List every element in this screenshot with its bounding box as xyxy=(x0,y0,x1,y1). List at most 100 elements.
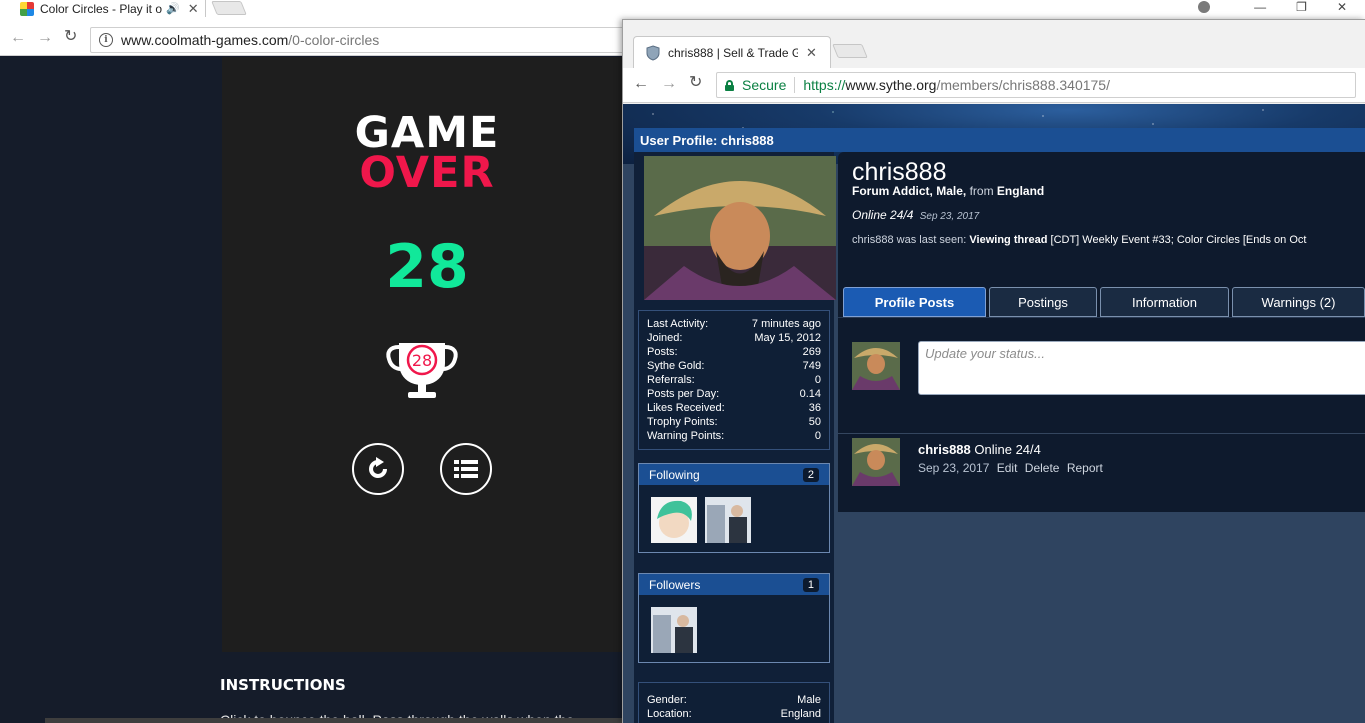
address-bar[interactable]: i www.coolmath-games.com /0-color-circle… xyxy=(90,27,650,53)
omnibox-separator xyxy=(794,77,796,93)
sythe-page-content: User Profile: chris888 Last Activity: 7 m… xyxy=(623,104,1365,723)
stat-row: Sythe Gold: 749 xyxy=(647,360,821,372)
edit-link[interactable]: Edit xyxy=(997,461,1018,475)
info-icon[interactable]: i xyxy=(99,33,113,47)
final-score: 28 xyxy=(385,232,469,302)
url-path: /0-color-circles xyxy=(288,32,380,48)
forward-arrow-icon-2[interactable]: → xyxy=(661,76,677,92)
url-scheme: https:// xyxy=(803,77,846,93)
game-over-title-line2: OVER xyxy=(359,148,495,198)
close-tab-icon[interactable]: ✕ xyxy=(188,1,199,17)
followers-box: Followers 1 xyxy=(638,573,830,663)
status-update-input[interactable]: Update your status... xyxy=(918,341,1365,395)
url-host-2: www.sythe.org xyxy=(845,77,937,93)
new-tab-button-2[interactable] xyxy=(832,44,868,58)
tab-warnings[interactable]: Warnings (2) xyxy=(1232,287,1365,317)
profile-posts-panel: Update your status... chris888 Online 24… xyxy=(838,317,1365,512)
report-link[interactable]: Report xyxy=(1067,461,1103,475)
status-text: Online 24/4 xyxy=(852,208,914,222)
post-avatar[interactable] xyxy=(852,438,900,486)
reload-icon-2[interactable]: ↻ xyxy=(689,75,702,91)
speaker-icon[interactable]: 🔊 xyxy=(166,2,180,15)
restart-icon xyxy=(369,457,387,478)
coolmath-favicon-icon xyxy=(20,1,34,16)
profile-tabs: Profile Posts Postings Information Warni… xyxy=(843,287,1365,317)
stat-row: Likes Received: 36 xyxy=(647,402,821,414)
tab-postings[interactable]: Postings xyxy=(989,287,1097,317)
info-row: Gender: Male xyxy=(647,694,821,706)
restart-button[interactable] xyxy=(352,443,404,495)
instructions-heading: INSTRUCTIONS xyxy=(220,676,346,694)
tab-strip-2: chris888 | Sell & Trade Ga ✕ xyxy=(623,20,1365,68)
list-icon xyxy=(454,460,478,478)
stat-row: Posts per Day: 0.14 xyxy=(647,388,821,400)
horizontal-scrollbar[interactable] xyxy=(45,718,625,723)
lock-icon[interactable] xyxy=(725,79,734,91)
personal-info-box: Gender: Male Location: England xyxy=(638,682,830,723)
post-username-link[interactable]: chris888 xyxy=(918,442,971,457)
username: chris888 xyxy=(852,158,947,186)
following-label[interactable]: Following xyxy=(649,468,700,482)
address-bar-2[interactable]: Secure https:// www.sythe.org /members/c… xyxy=(716,72,1356,98)
followers-count-badge: 1 xyxy=(802,577,819,592)
stat-row: Last Activity: 7 minutes ago xyxy=(647,318,821,330)
stats-box: Last Activity: 7 minutes ago Joined: May 1… xyxy=(638,310,830,450)
post-header: chris888 Online 24/4 xyxy=(918,442,1041,457)
window-controls: — ❐ ✕ xyxy=(1198,0,1365,14)
last-seen-action: Viewing thread xyxy=(969,234,1048,246)
post-date[interactable]: Sep 23, 2017 xyxy=(918,461,989,475)
followers-label[interactable]: Followers xyxy=(649,578,700,592)
follower-avatar[interactable] xyxy=(651,607,697,653)
menu-button[interactable] xyxy=(440,443,492,495)
stat-row: Joined: May 15, 2012 xyxy=(647,332,821,344)
profile-icon[interactable] xyxy=(1198,1,1211,13)
tab-profile-posts[interactable]: Profile Posts xyxy=(843,287,986,317)
back-arrow-icon-2[interactable]: ← xyxy=(633,76,649,92)
tab-information[interactable]: Information xyxy=(1100,287,1229,317)
post-divider xyxy=(838,433,1365,434)
following-avatar[interactable] xyxy=(651,497,697,543)
user-rank: Forum Addict, Male, xyxy=(852,184,967,198)
online-status: Online 24/4 Sep 23, 2017 xyxy=(852,208,979,222)
tab-color-circles[interactable]: Color Circles - Play it o 🔊 ✕ xyxy=(10,0,206,17)
reload-icon[interactable]: ↻ xyxy=(64,29,77,45)
game-frame[interactable]: GAME OVER 28 28 xyxy=(222,57,632,652)
info-row: Location: England xyxy=(647,708,821,720)
sythe-shield-favicon-icon xyxy=(646,44,660,61)
user-title: Forum Addict, Male, from England xyxy=(852,184,1044,198)
trophy-icon: 28 xyxy=(386,343,458,398)
minimize-icon[interactable]: — xyxy=(1254,0,1266,14)
last-seen-prefix: chris888 was last seen: xyxy=(852,234,967,246)
tab-sythe-profile[interactable]: chris888 | Sell & Trade Ga ✕ xyxy=(633,36,831,68)
following-count-badge: 2 xyxy=(802,467,819,482)
close-window-icon[interactable]: ✕ xyxy=(1337,0,1347,14)
last-seen-thread-link[interactable]: [CDT] Weekly Event #33; Color Circles [E… xyxy=(1051,234,1307,246)
browser-toolbar-2: ← → ↻ Secure https:// www.sythe.org /mem… xyxy=(623,68,1365,103)
stat-row: Referrals: 0 xyxy=(647,374,821,386)
user-profile-header: User Profile: chris888 xyxy=(634,128,1365,152)
from-label: from xyxy=(969,184,994,198)
profile-sidebar: Last Activity: 7 minutes ago Joined: May 1… xyxy=(634,152,836,723)
secure-label: Secure xyxy=(742,77,787,93)
post-meta: Sep 23, 2017 Edit Delete Report xyxy=(918,461,1103,475)
last-seen-line: chris888 was last seen: Viewing thread [… xyxy=(852,234,1306,246)
post-text: Online 24/4 xyxy=(974,442,1041,457)
foreground-browser-window: chris888 | Sell & Trade Ga ✕ ← → ↻ Secur… xyxy=(622,19,1365,723)
profile-main-panel: chris888 Forum Addict, Male, from Englan… xyxy=(838,152,1365,512)
forward-arrow-icon[interactable]: → xyxy=(37,30,53,46)
following-box: Following 2 xyxy=(638,463,830,553)
avatar[interactable] xyxy=(644,156,836,300)
stat-row: Posts: 269 xyxy=(647,346,821,358)
user-location: England xyxy=(996,184,1045,198)
close-tab-icon-2[interactable]: ✕ xyxy=(806,45,817,61)
url-host: www.coolmath-games.com xyxy=(121,32,289,48)
new-tab-button[interactable] xyxy=(211,1,247,15)
delete-link[interactable]: Delete xyxy=(1025,461,1060,475)
stat-row: Trophy Points: 50 xyxy=(647,416,821,428)
restore-icon[interactable]: ❐ xyxy=(1296,0,1307,14)
status-date[interactable]: Sep 23, 2017 xyxy=(920,211,980,222)
following-avatar[interactable] xyxy=(705,497,751,543)
status-avatar[interactable] xyxy=(852,342,900,390)
url-path-2: /members/chris888.340175/ xyxy=(936,77,1110,93)
back-arrow-icon[interactable]: ← xyxy=(10,30,26,46)
